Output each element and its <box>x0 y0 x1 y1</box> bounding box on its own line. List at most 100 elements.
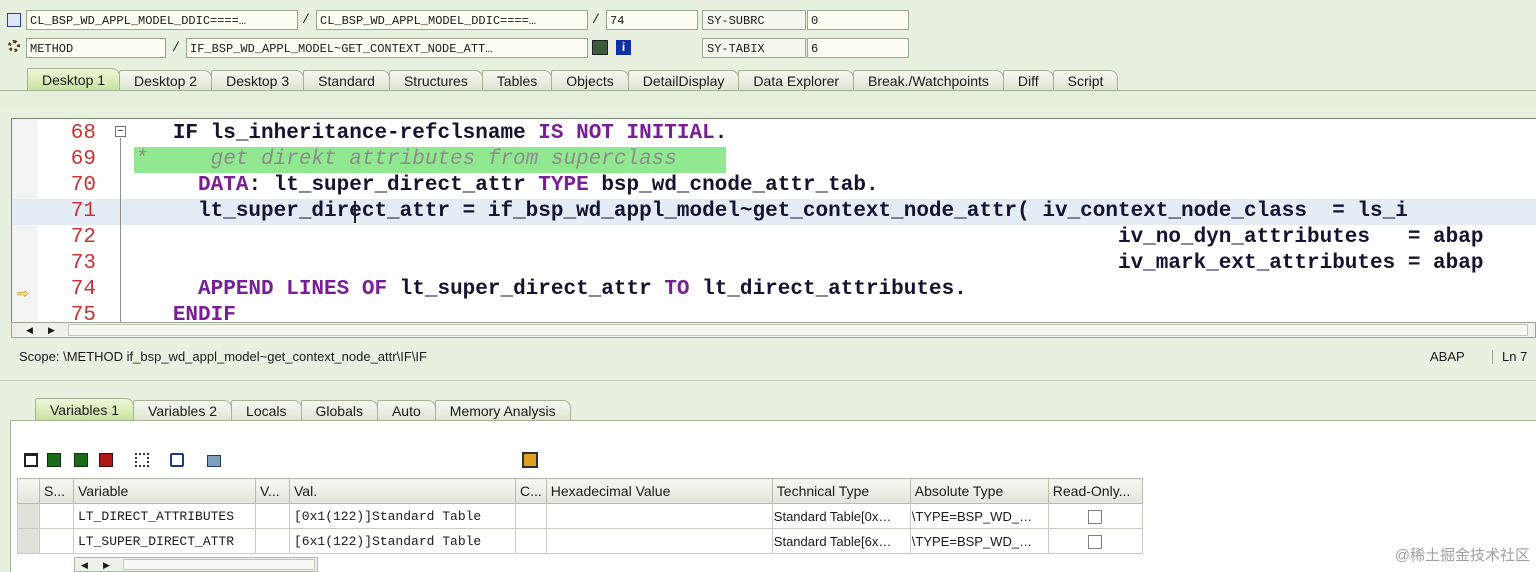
technical-type-cell[interactable]: Standard Table[0x… <box>771 503 911 529</box>
tab-structures[interactable]: Structures <box>388 70 483 90</box>
variable-cell[interactable]: LT_SUPER_DIRECT_ATTR <box>73 528 256 554</box>
column-header[interactable]: Absolute Type <box>909 478 1049 504</box>
hex-cell[interactable] <box>545 503 773 529</box>
grid-scroll-right-icon[interactable]: ▶ <box>103 558 110 572</box>
scroll-thumb[interactable] <box>68 324 1528 336</box>
variables-tab-strip: Variables 1 Variables 2 Locals Globals Auto M… <box>35 398 571 420</box>
line-number: 68 <box>70 122 96 145</box>
column-header[interactable]: V... <box>255 478 290 504</box>
editor-horizontal-scrollbar[interactable]: ◀ ▶ <box>11 322 1536 338</box>
column-header[interactable]: Val. <box>289 478 516 504</box>
column-header[interactable]: Hexadecimal Value <box>545 478 773 504</box>
change-cell[interactable] <box>515 503 547 529</box>
change-cell[interactable] <box>515 528 547 554</box>
tab-data-explorer[interactable]: Data Explorer <box>738 70 855 90</box>
event-name-field[interactable]: IF_BSP_WD_APPL_MODEL~GET_CONTEXT_NODE_AT… <box>186 38 588 58</box>
read-only-cell[interactable] <box>1047 503 1143 529</box>
sy-tabix-label: SY-TABIX <box>702 38 806 58</box>
code-text: ENDIF <box>172 304 236 324</box>
grid-horizontal-scrollbar[interactable]: ◀ ▶ <box>74 557 318 572</box>
desktop-tab-strip: Desktop 1 Desktop 2 Desktop 3 Standard Struc… <box>27 68 1119 90</box>
line-number: 73 <box>70 252 96 275</box>
program-field[interactable]: CL_BSP_WD_APPL_MODEL_DDIC====… <box>26 10 298 30</box>
tab-globals[interactable]: Globals <box>300 400 378 420</box>
tab-standard[interactable]: Standard <box>303 70 390 90</box>
include-field[interactable]: CL_BSP_WD_APPL_MODEL_DDIC====… <box>316 10 588 30</box>
read-only-checkbox[interactable] <box>1088 509 1103 524</box>
event-type-field[interactable]: METHOD <box>26 38 166 58</box>
code-editor[interactable]: 68 IF ls_inheritance-refclsname IS NOT I… <box>11 118 1536 324</box>
tab-break-watchpoints[interactable]: Break./Watchpoints <box>853 70 1004 90</box>
services-icon[interactable] <box>170 453 184 467</box>
absolute-type-cell[interactable]: \TYPE=BSP_WD_… <box>909 503 1049 529</box>
column-header[interactable]: C... <box>515 478 547 504</box>
variable-cell[interactable]: LT_DIRECT_ATTRIBUTES <box>73 503 256 529</box>
code-line[interactable]: 72 iv_no_dyn_attributes = abap <box>12 225 1536 251</box>
tab-objects[interactable]: Objects <box>551 70 629 90</box>
code-line[interactable]: 68 IF ls_inheritance-refclsname IS NOT I… <box>12 121 1536 147</box>
tab-tables[interactable]: Tables <box>481 70 553 90</box>
tab-desktop-3[interactable]: Desktop 3 <box>211 70 305 90</box>
grid-scroll-thumb[interactable] <box>123 559 315 570</box>
tab-variables-2[interactable]: Variables 2 <box>133 400 233 420</box>
tab-variables-1[interactable]: Variables 1 <box>35 398 135 420</box>
table-row[interactable]: LT_DIRECT_ATTRIBUTES [0x1(122)]Standard T… <box>17 503 1143 529</box>
code-line[interactable]: 74 APPEND LINES OF lt_super_direct_attr … <box>12 277 1536 303</box>
code-line[interactable]: 71 lt_super_direct_attr = if_bsp_wd_appl… <box>12 199 1536 225</box>
row-selector[interactable] <box>17 528 40 554</box>
grid-scroll-left-icon[interactable]: ◀ <box>81 558 88 572</box>
scroll-right-icon[interactable]: ▶ <box>48 323 55 337</box>
code-line[interactable]: 73 iv_mark_ext_attributes = abap <box>12 251 1536 277</box>
collapse-icon[interactable]: − <box>115 126 126 137</box>
code-line[interactable]: 75 ENDIF <box>12 303 1536 324</box>
tab-desktop-1[interactable]: Desktop 1 <box>27 68 121 90</box>
delete-row-icon[interactable] <box>99 453 113 467</box>
hex-cell[interactable] <box>545 528 773 554</box>
tab-desktop-2[interactable]: Desktop 2 <box>119 70 213 90</box>
absolute-type-cell[interactable]: \TYPE=BSP_WD_… <box>909 528 1049 554</box>
code-text: APPEND LINES OF lt_super_direct_attr TO … <box>198 278 967 301</box>
value-cell[interactable]: [0x1(122)]Standard Table <box>289 503 516 529</box>
tab-locals[interactable]: Locals <box>231 400 302 420</box>
sy-subrc-value[interactable]: 0 <box>807 10 909 30</box>
line-number: 75 <box>70 304 96 324</box>
info-icon[interactable]: i <box>616 40 631 55</box>
tab-auto[interactable]: Auto <box>376 400 436 420</box>
column-header[interactable]: Technical Type <box>771 478 911 504</box>
code-line[interactable]: 69 * get direkt attributes from superclas… <box>12 147 1536 173</box>
code-text: DATA: lt_super_direct_attr TYPE bsp_wd_c… <box>198 174 879 197</box>
status-cell[interactable] <box>39 528 74 554</box>
row-selector-header[interactable] <box>17 478 40 504</box>
code-line[interactable]: 70 DATA: lt_super_direct_attr TYPE bsp_w… <box>12 173 1536 199</box>
text-cursor <box>354 201 356 223</box>
save-icon[interactable] <box>522 452 538 468</box>
value-cell[interactable]: [6x1(122)]Standard Table <box>289 528 516 554</box>
tab-memory-analysis[interactable]: Memory Analysis <box>434 400 571 420</box>
append-row-icon[interactable] <box>74 453 88 467</box>
navigate-icon[interactable] <box>592 40 608 55</box>
line-number: 72 <box>70 226 96 249</box>
status-cell[interactable] <box>39 503 74 529</box>
value-flag-cell[interactable] <box>255 503 290 529</box>
scope-text: Scope: \METHOD if_bsp_wd_appl_model~get_… <box>19 349 427 364</box>
value-flag-cell[interactable] <box>255 528 290 554</box>
column-header[interactable]: Read-Only... <box>1047 478 1143 504</box>
technical-type-cell[interactable]: Standard Table[6x… <box>771 528 911 554</box>
read-only-cell[interactable] <box>1047 528 1143 554</box>
hierarchy-icon[interactable] <box>135 453 149 467</box>
read-only-checkbox[interactable] <box>1088 534 1103 549</box>
insert-row-icon[interactable] <box>47 453 61 467</box>
tab-detaildisplay[interactable]: DetailDisplay <box>627 70 740 90</box>
folder-icon[interactable] <box>207 455 221 467</box>
column-header[interactable]: Variable <box>73 478 256 504</box>
delete-icon[interactable] <box>24 453 38 467</box>
tab-diff[interactable]: Diff <box>1002 70 1054 90</box>
row-selector[interactable] <box>17 503 40 529</box>
sy-tabix-value[interactable]: 6 <box>807 38 909 58</box>
tab-script[interactable]: Script <box>1052 70 1119 90</box>
column-header[interactable]: S... <box>39 478 74 504</box>
code-text: IF ls_inheritance-refclsname IS NOT INIT… <box>172 122 728 145</box>
scroll-left-icon[interactable]: ◀ <box>26 323 33 337</box>
table-row[interactable]: LT_SUPER_DIRECT_ATTR [6x1(122)]Standard T… <box>17 528 1143 554</box>
line-field[interactable]: 74 <box>606 10 698 30</box>
